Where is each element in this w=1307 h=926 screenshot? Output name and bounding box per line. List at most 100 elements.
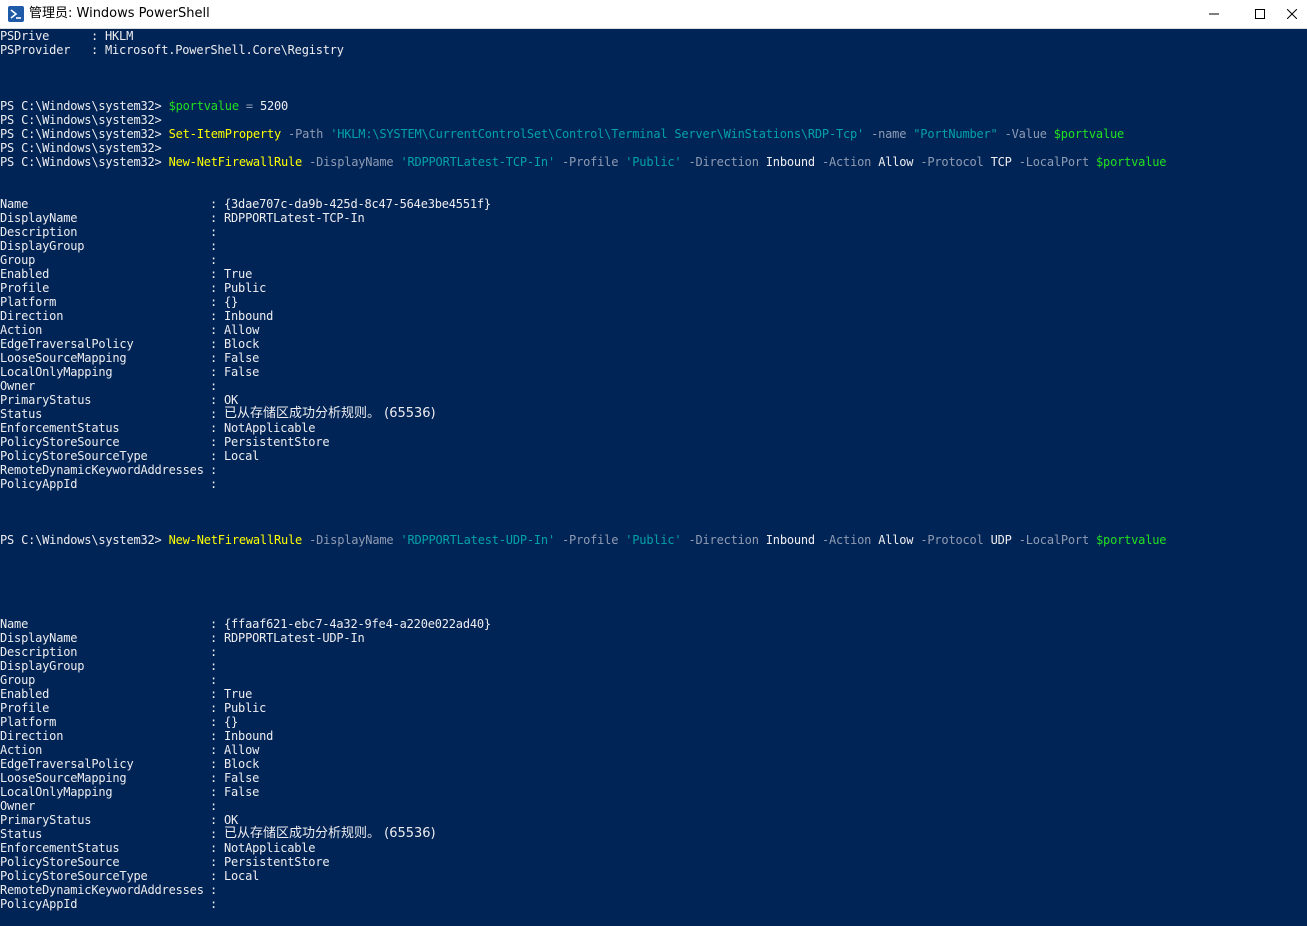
property-row: EdgeTraversalPolicy: Block (0, 757, 1307, 771)
property-separator: : (210, 407, 218, 421)
property-name: PolicyStoreSourceType (0, 869, 148, 883)
property-separator: : (210, 617, 218, 631)
property-value: True (224, 267, 253, 281)
property-separator: : (210, 715, 218, 729)
property-value: Allow (224, 743, 260, 757)
argument-token: TCP (990, 155, 1012, 169)
operator-token: = (245, 99, 253, 113)
property-separator: : (210, 267, 218, 281)
property-name: Action (0, 743, 43, 757)
command-line: PS C:\Windows\system32> New-NetFirewallR… (0, 155, 1166, 169)
property-separator: : (210, 883, 218, 897)
property-value: Local (224, 449, 260, 463)
property-value: False (224, 785, 260, 799)
property-name: PolicyStoreSource (0, 855, 120, 869)
property-row: Name: {3dae707c-da9b-425d-8c47-564e3be455… (0, 197, 1307, 211)
property-row: Status: 已从存储区成功分析规则。 (65536) (0, 826, 1307, 842)
property-value: {} (224, 295, 239, 309)
property-name: Direction (0, 309, 64, 323)
property-name: PolicyStoreSource (0, 435, 120, 449)
property-separator: : (210, 393, 218, 407)
parameter-token: -DisplayName (309, 533, 394, 547)
command-line: PS C:\Windows\system32> $portvalue = 520… (0, 99, 288, 113)
property-name: EnforcementStatus (0, 421, 120, 435)
property-separator: : (210, 197, 218, 211)
property-separator: : (210, 463, 218, 477)
property-row: Owner: (0, 799, 1307, 813)
property-name: PSDrive (0, 29, 50, 43)
property-row: PolicyAppId: (0, 897, 1307, 911)
maximize-button[interactable] (1237, 0, 1283, 28)
string-token: 'RDPPORTLatest-TCP-In' (400, 155, 555, 169)
argument-token: Allow (878, 533, 914, 547)
property-separator: : (91, 43, 99, 57)
property-row: Group: (0, 253, 1307, 267)
property-row: Direction: Inbound (0, 309, 1307, 323)
maximize-icon (1255, 9, 1265, 19)
property-row: Direction: Inbound (0, 729, 1307, 743)
property-name: Enabled (0, 267, 50, 281)
property-separator: : (210, 631, 218, 645)
property-value: Public (224, 281, 267, 295)
property-row: Action: Allow (0, 323, 1307, 337)
property-separator: : (210, 281, 218, 295)
property-separator: : (210, 841, 218, 855)
prompt: PS C:\Windows\system32> (0, 127, 162, 141)
property-value: Block (224, 757, 260, 771)
title-bar[interactable]: 管理员: Windows PowerShell (0, 0, 1307, 29)
property-name: Profile (0, 281, 50, 295)
command-line: PS C:\Windows\system32> (0, 113, 162, 127)
string-token: 'HKLM:\SYSTEM\CurrentControlSet\Control\… (330, 127, 865, 141)
property-value: False (224, 365, 260, 379)
property-separator: : (210, 729, 218, 743)
property-value: 已从存储区成功分析规则。 (65536) (224, 406, 436, 421)
command-line: PS C:\Windows\system32> (0, 141, 162, 155)
console-output[interactable]: PSDrive: HKLM PSProvider: Microsoft.PowerSh… (0, 29, 1307, 926)
property-separator: : (210, 295, 218, 309)
property-value: False (224, 351, 260, 365)
property-row: LooseSourceMapping: False (0, 771, 1307, 785)
property-value: 已从存储区成功分析规则。 (65536) (224, 826, 436, 841)
property-value: PersistentStore (224, 855, 330, 869)
command-line: PS C:\Windows\system32> Set-ItemProperty… (0, 127, 1124, 141)
property-row: Name: {ffaaf621-ebc7-4a32-9fe4-a220e022ad… (0, 617, 1307, 631)
powershell-window: 管理员: Windows PowerShell PSDrive: HKLM PSPr… (0, 0, 1307, 926)
parameter-token: -Profile (562, 533, 619, 547)
parameter-token: -DisplayName (309, 155, 394, 169)
parameter-token: -Protocol (920, 533, 984, 547)
property-value: Local (224, 869, 260, 883)
property-value: RDPPORTLatest-TCP-In (224, 211, 365, 225)
property-row: PSProvider: Microsoft.PowerShell.Core\Reg… (0, 43, 1307, 57)
property-separator: : (210, 435, 218, 449)
prompt: PS C:\Windows\system32> (0, 113, 162, 127)
property-value: {} (224, 715, 239, 729)
property-row: Enabled: True (0, 687, 1307, 701)
property-name: PSProvider (0, 43, 71, 57)
property-name: DisplayName (0, 211, 78, 225)
property-separator: : (210, 645, 218, 659)
property-separator: : (210, 351, 218, 365)
property-row: DisplayGroup: (0, 239, 1307, 253)
property-name: DisplayGroup (0, 239, 85, 253)
property-row: EnforcementStatus: NotApplicable (0, 421, 1307, 435)
parameter-token: -LocalPort (1018, 533, 1089, 547)
property-row: DisplayName: RDPPORTLatest-TCP-In (0, 211, 1307, 225)
prompt: PS C:\Windows\system32> (0, 155, 162, 169)
property-name: Owner (0, 799, 36, 813)
property-name: Enabled (0, 687, 50, 701)
property-name: Name (0, 617, 29, 631)
close-button[interactable] (1283, 0, 1307, 28)
property-row: LooseSourceMapping: False (0, 351, 1307, 365)
variable-token: $portvalue (1053, 127, 1125, 141)
property-name: Description (0, 645, 78, 659)
minimize-button[interactable] (1191, 0, 1237, 28)
property-row: Profile: Public (0, 701, 1307, 715)
property-row: RemoteDynamicKeywordAddresses: (0, 463, 1307, 477)
property-value: {3dae707c-da9b-425d-8c47-564e3be4551f} (224, 197, 491, 211)
property-row: Platform: {} (0, 295, 1307, 309)
property-name: Status (0, 827, 43, 841)
parameter-token: -Direction (688, 533, 759, 547)
property-name: PolicyAppId (0, 897, 78, 911)
parameter-token: -Path (288, 127, 324, 141)
property-name: Owner (0, 379, 36, 393)
